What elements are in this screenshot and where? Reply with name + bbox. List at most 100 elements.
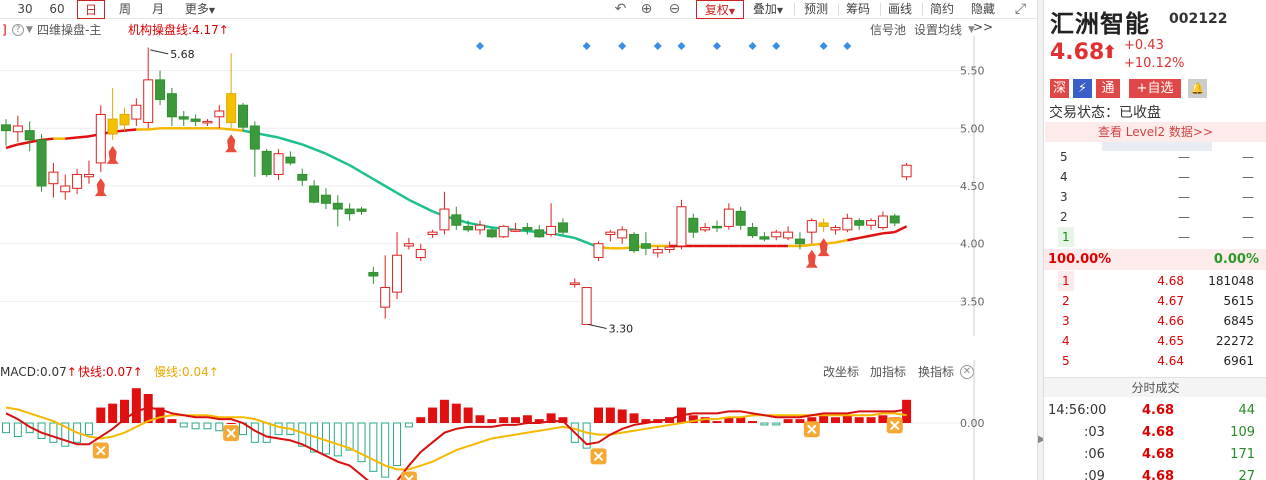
rocket-icon [225,134,238,153]
ma-line-segment [124,128,137,132]
candle-body [593,243,604,259]
ask-volume: — [1242,210,1254,224]
candle-body [131,104,142,120]
ma-line-segment [360,171,374,181]
macd-bar [819,415,829,423]
trade-volume: 27 [1238,469,1255,480]
macd-bar [108,403,118,423]
ma-line-segment [894,225,908,234]
macd-bar [369,422,378,472]
trade-time: :06 [1084,447,1105,462]
macd-bar [439,399,449,423]
hide-panel-button[interactable]: 隐藏>> [962,0,1004,34]
rocket-icon [106,145,119,164]
ask-level: 1 [1058,227,1074,247]
more-periods-dropdown[interactable]: 更多▼ [180,0,220,19]
caret-down-icon: ▼ [728,7,736,16]
fullscreen-icon[interactable]: ⤢ [1012,1,1029,18]
ma-line-segment [65,136,78,140]
simple-mode-button[interactable]: 简约 [926,0,958,19]
candle-body [48,171,59,185]
macd-bar [96,407,106,423]
kline-chart[interactable]: 5.50 5.00 4.50 4.00 3.50 5.68 3.30 [0,36,1037,360]
y-tick-label: 5.00 [960,122,985,135]
trade-price: 4.68 [1142,425,1175,440]
candle-body [24,130,35,141]
level2-link[interactable]: 查看 Level2 数据>> [1045,122,1266,142]
candle-body [700,227,711,231]
trade-row: 14:56:00 4.68 44 [1044,400,1266,422]
undo-icon[interactable]: ↶ [612,1,629,18]
period-60-button[interactable]: 60 [44,0,70,19]
candle-body [712,225,722,229]
zoom-out-icon[interactable]: ⊖ [666,1,683,18]
chips-button[interactable]: 筹码 [842,0,874,19]
candle-body [380,287,391,308]
macd-bar [866,417,876,423]
candle-body [486,229,497,238]
bid-level: 4 [1062,334,1070,348]
ask-row: 3— — [1044,187,1266,207]
caret-down-icon: ▼ [208,6,216,15]
candle-body [249,125,260,150]
stock-name: 汇洲智能 [1050,10,1150,38]
help-icon[interactable]: ? [12,24,24,36]
ma-line-segment [313,147,327,155]
candle-body [617,229,628,239]
ask-ratio: 0.00% [1213,252,1259,267]
ma-line-segment [372,177,386,188]
market-sz-tag: 深 [1050,79,1069,98]
fq-dropdown[interactable]: 复权▼ [696,0,744,19]
candle-body [297,173,308,181]
trades-title[interactable]: 分时成交 [1044,377,1266,397]
macd-bar [772,422,781,426]
macd-bar [131,388,141,423]
ask-row: 1— — [1044,227,1266,247]
arrow-up-icon: ↑ [218,23,229,37]
add-watchlist-button[interactable]: +自选 [1129,79,1181,98]
ma-line-segment [278,136,291,143]
candle-body [36,139,47,187]
ask-volume: — [1242,230,1254,244]
ask-volume: — [1242,170,1254,184]
candle-body [640,243,651,249]
ma-line-segment [882,230,895,235]
macd-bar [760,422,769,426]
trade-volume: 44 [1238,403,1255,418]
candle-body [309,185,320,203]
lightning-icon[interactable]: ⚡ [1073,79,1092,98]
ma-line-segment [420,204,434,213]
trade-time: :03 [1084,425,1105,440]
bell-icon[interactable]: 🔔 [1188,79,1207,98]
bid-ask-ratio: 100.00% 0.00% [1044,249,1266,270]
candle-body [866,220,877,226]
macd-chart[interactable]: 0.00 [0,360,1037,480]
candle-body [759,236,770,240]
period-day-button[interactable]: 日 [77,0,105,19]
ma-line-segment [76,135,90,139]
signal-diamond [713,42,721,50]
macd-bar [522,415,532,423]
bid-price: 4.68 [1157,274,1184,288]
macd-bar [748,421,758,423]
trade-time: :09 [1084,469,1105,480]
period-week-button[interactable]: 周 [112,0,138,19]
macd-bar [226,423,236,424]
zoom-in-icon[interactable]: ⊕ [638,1,655,18]
ma-line-segment [408,198,422,207]
period-30-button[interactable]: 30 [12,0,38,19]
overlay-dropdown[interactable]: 叠加▼ [748,0,788,19]
draw-line-button[interactable]: 画线 [884,0,916,19]
forecast-button[interactable]: 预测 [800,0,832,19]
trade-status: 交易状态：已收盘 [1049,105,1161,121]
bid-volume: 6845 [1223,314,1254,328]
macd-bar [49,422,58,443]
bid-level: 1 [1058,271,1074,291]
signal-diamond [618,42,627,50]
y-tick-label: 3.50 [960,295,985,308]
candle-body [498,225,509,238]
candle-body [723,208,734,227]
ma-line-segment [219,127,232,131]
trade-price: 4.68 [1142,469,1175,480]
period-month-button[interactable]: 月 [145,0,171,19]
